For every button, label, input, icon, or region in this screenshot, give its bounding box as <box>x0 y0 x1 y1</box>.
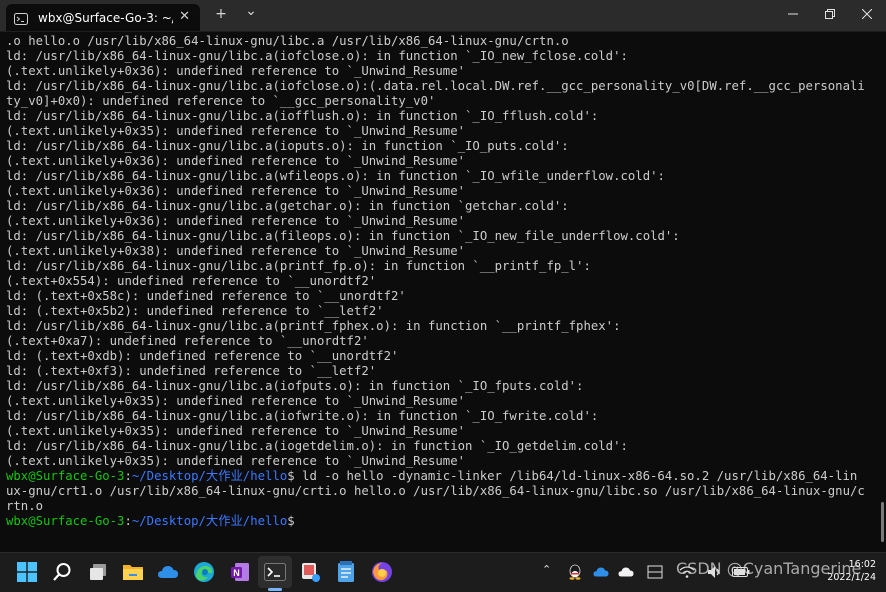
maximize-button[interactable] <box>815 4 845 24</box>
onenote-icon[interactable]: N <box>227 559 253 585</box>
close-button[interactable] <box>852 4 882 24</box>
output-line: (.text+0xa7): undefined reference to `__… <box>6 334 369 348</box>
output-line: .o hello.o /usr/lib/x86_64-linux-gnu/lib… <box>6 34 569 48</box>
output-line: ld: (.text+0x58c): undefined reference t… <box>6 289 406 303</box>
close-tab-icon[interactable]: ✕ <box>179 9 190 24</box>
terminal-tab[interactable]: wbx@Surface-Go-3: ~/De ✕ <box>6 4 200 31</box>
windows-start-icon[interactable] <box>14 559 40 585</box>
output-line: (.text.unlikely+0x35): undefined referen… <box>6 124 466 138</box>
new-tab-button[interactable]: + <box>210 6 232 22</box>
task-view-icon[interactable] <box>85 559 111 585</box>
restore-icon <box>825 9 835 19</box>
command-continuation: ux-gnu/crt1.o /usr/lib/x86_64-linux-gnu/… <box>6 484 865 498</box>
output-line: (.text.unlikely+0x35): undefined referen… <box>6 454 466 468</box>
keyboard-input-icon[interactable] <box>642 559 668 585</box>
output-line: ld: /usr/lib/x86_64-linux-gnu/libc.a(iof… <box>6 379 584 393</box>
prompt-separator: : <box>124 469 132 483</box>
tray-overflow-chevron-icon[interactable]: ⌃ <box>542 563 551 576</box>
output-line: ld: /usr/lib/x86_64-linux-gnu/libc.a(iof… <box>6 409 599 423</box>
prompt-user: wbx@Surface-Go-3 <box>6 514 125 528</box>
file-explorer-icon[interactable] <box>120 559 146 585</box>
terminal-tab-icon <box>14 11 28 25</box>
firefox-icon[interactable] <box>369 559 395 585</box>
title-bar: wbx@Surface-Go-3: ~/De ✕ + ⌄ <box>0 0 886 32</box>
qq-icon[interactable] <box>562 559 588 585</box>
snipping-tool-icon[interactable] <box>298 559 324 585</box>
output-line: (.text.unlikely+0x35): undefined referen… <box>6 424 466 438</box>
output-line: ty_v0]+0x0): undefined reference to `__g… <box>6 94 436 108</box>
output-line: ld: (.text+0x5b2): undefined reference t… <box>6 304 384 318</box>
terminal-icon[interactable] <box>258 556 292 588</box>
tab-dropdown-button[interactable]: ⌄ <box>240 3 262 19</box>
output-line: (.text.unlikely+0x36): undefined referen… <box>6 154 466 168</box>
output-line: (.text.unlikely+0x35): undefined referen… <box>6 394 466 408</box>
output-line: ld: /usr/lib/x86_64-linux-gnu/libc.a(iof… <box>6 109 599 123</box>
close-icon <box>862 9 872 19</box>
prompt-separator: : <box>124 514 132 528</box>
minimize-button[interactable] <box>778 4 808 24</box>
prompt-dollar: $ <box>287 514 295 528</box>
output-line: (.text.unlikely+0x36): undefined referen… <box>6 184 466 198</box>
output-line: ld: (.text+0xf3): undefined reference to… <box>6 364 377 378</box>
search-icon[interactable] <box>49 559 75 585</box>
svg-text:N: N <box>233 568 240 578</box>
command-line: wbx@Surface-Go-3:~/Desktop/大作业/hello$ ld… <box>6 469 857 484</box>
output-line: (.text.unlikely+0x38): undefined referen… <box>6 244 466 258</box>
onedrive-icon[interactable] <box>155 559 181 585</box>
tab-title: wbx@Surface-Go-3: ~/De <box>38 10 173 25</box>
output-line: ld: /usr/lib/x86_64-linux-gnu/libc.a(pri… <box>6 319 621 333</box>
output-line: (.text+0x554): undefined reference to `_… <box>6 274 377 288</box>
csdn-watermark: CSDN @CyanTangerine <box>676 559 862 578</box>
prompt-dollar: $ <box>287 469 295 483</box>
output-line: ld: /usr/lib/x86_64-linux-gnu/libc.a(iof… <box>6 49 628 63</box>
command-text: ld -o hello -dynamic-linker /lib64/ld-li… <box>294 469 858 483</box>
terminal-output[interactable]: .o hello.o /usr/lib/x86_64-linux-gnu/lib… <box>0 32 886 552</box>
output-line: ld: /usr/lib/x86_64-linux-gnu/libc.a(wfi… <box>6 169 665 183</box>
output-line: ld: /usr/lib/x86_64-linux-gnu/libc.a(iop… <box>6 139 569 153</box>
output-line: ld: /usr/lib/x86_64-linux-gnu/libc.a(iog… <box>6 439 628 453</box>
minimize-icon <box>788 13 798 15</box>
command-continuation: rtn.o <box>6 499 44 513</box>
output-line: ld: (.text+0xdb): undefined reference to… <box>6 349 399 363</box>
notepad-icon[interactable] <box>333 559 359 585</box>
current-prompt[interactable]: wbx@Surface-Go-3:~/Desktop/大作业/hello$ <box>6 514 295 529</box>
prompt-path: ~/Desktop/大作业/hello <box>131 514 288 528</box>
output-line: (.text.unlikely+0x36): undefined referen… <box>6 64 466 78</box>
edge-icon[interactable] <box>191 559 217 585</box>
tray-onedrive-icon[interactable] <box>588 559 614 585</box>
prompt-path: ~/Desktop/大作业/hello <box>131 469 288 483</box>
prompt-user: wbx@Surface-Go-3 <box>6 469 125 483</box>
scrollbar-thumb[interactable] <box>881 502 884 542</box>
output-line: ld: /usr/lib/x86_64-linux-gnu/libc.a(get… <box>6 199 569 213</box>
output-line: ld: /usr/lib/x86_64-linux-gnu/libc.a(iof… <box>6 79 865 93</box>
output-line: ld: /usr/lib/x86_64-linux-gnu/libc.a(fil… <box>6 229 680 243</box>
output-line: (.text.unlikely+0x36): undefined referen… <box>6 214 466 228</box>
output-line: ld: /usr/lib/x86_64-linux-gnu/libc.a(pri… <box>6 259 591 273</box>
tray-cloud-icon[interactable] <box>613 559 639 585</box>
